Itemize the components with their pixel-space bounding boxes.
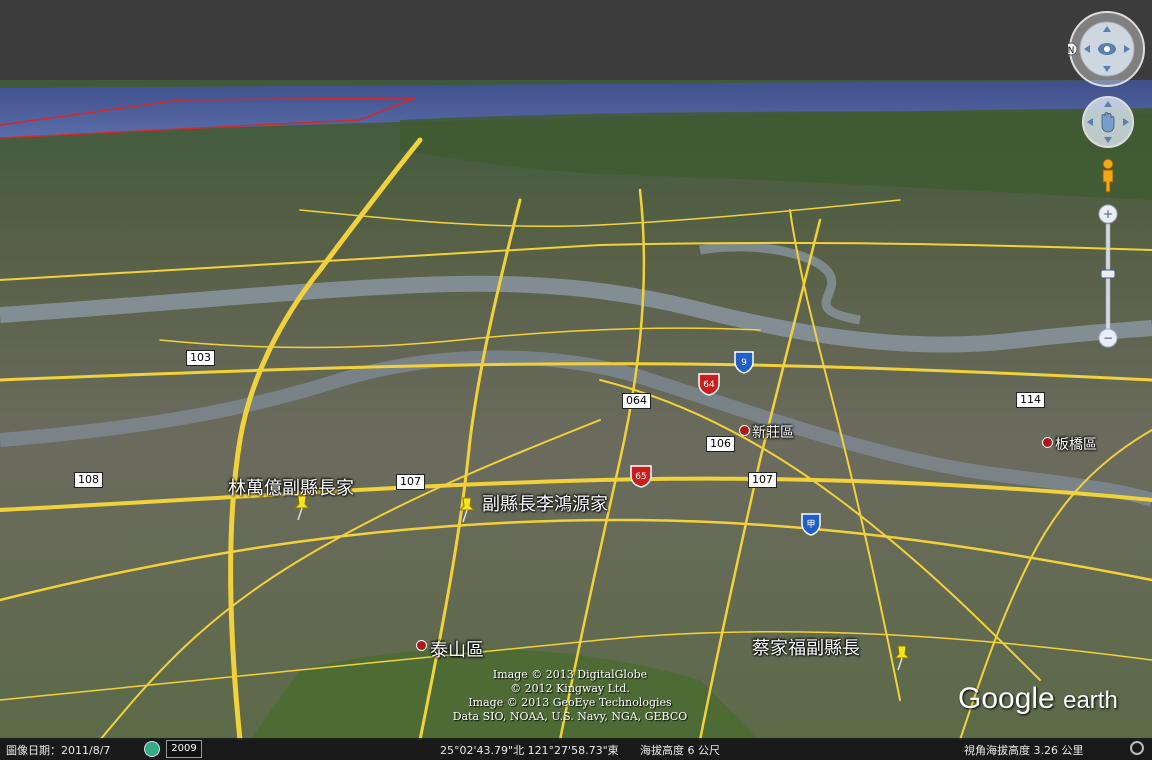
- sky-background: [0, 0, 1152, 86]
- pushpin-icon[interactable]: [455, 494, 477, 524]
- imagery-date: 圖像日期：2011/8/7: [6, 744, 111, 757]
- pushpin-icon[interactable]: [890, 642, 912, 672]
- eye-altitude: 視角海拔高度 3.26 公里: [964, 744, 1084, 757]
- highway-shield-65: 65: [630, 465, 652, 488]
- highway-shield-65-label: 65: [635, 472, 646, 482]
- road-label-114: 114: [1016, 392, 1045, 408]
- placemark-label-tsai[interactable]: 蔡家福副縣長: [752, 634, 860, 660]
- status-bar: 圖像日期：2011/8/7 2009 25°02'43.79"北 121°27'…: [0, 738, 1152, 760]
- map-view[interactable]: [0, 80, 1152, 740]
- historical-imagery-icon[interactable]: [144, 741, 160, 757]
- logo-brand: Google: [958, 682, 1055, 715]
- zoom-out-label: −: [1103, 331, 1113, 345]
- google-earth-logo: Google earth: [958, 682, 1118, 716]
- imagery-year-badge[interactable]: 2009: [166, 740, 202, 758]
- cursor-coordinates: 25°02'43.79"北 121°27'58.73"東: [440, 744, 619, 757]
- logo-product: earth: [1063, 687, 1118, 714]
- road-label-107b: 107: [748, 472, 777, 488]
- zoom-thumb[interactable]: [1100, 269, 1116, 279]
- district-label-taishan: 泰山區: [430, 640, 484, 661]
- move-control[interactable]: [1082, 96, 1134, 148]
- road-label-106: 106: [706, 436, 735, 452]
- pushpin-icon[interactable]: [290, 492, 312, 522]
- district-label-xinzhuang: 新莊區: [752, 425, 794, 441]
- highway-shield-64-label: 64: [703, 380, 715, 390]
- attribution-line: Image © 2013 GeoEye Technologies: [468, 696, 672, 709]
- attribution-line: Data SIO, NOAA, U.S. Navy, NGA, GEBCO: [452, 710, 688, 723]
- compass-north[interactable]: N: [1068, 46, 1074, 56]
- ground-elevation: 海拔高度 6 公尺: [640, 744, 720, 757]
- attribution-line: © 2012 Kingway Ltd.: [510, 682, 630, 695]
- district-dot-banqiao: [1042, 437, 1053, 448]
- district-label-banqiao: 板橋區: [1055, 437, 1097, 453]
- highway-shield-9: 9: [734, 351, 754, 374]
- highway-shield-9-label: 9: [741, 358, 747, 368]
- streaming-status-icon: [1130, 741, 1144, 755]
- district-dot-taishan: [416, 640, 427, 651]
- zoom-in-label: +: [1103, 207, 1113, 221]
- road-label-107: 107: [396, 474, 425, 490]
- zoom-slider[interactable]: + −: [1098, 204, 1118, 350]
- attribution-line: Image © 2013 DigitalGlobe: [492, 668, 648, 681]
- road-label-108: 108: [74, 472, 103, 488]
- look-control[interactable]: N: [1068, 10, 1146, 88]
- highway-shield-jia-label: 甲: [806, 519, 815, 530]
- imagery-attribution: Image © 2013 DigitalGlobe © 2012 Kingway…: [440, 668, 700, 724]
- placemark-label-li[interactable]: 副縣長李鴻源家: [482, 490, 608, 516]
- highway-shield-jia: 甲: [801, 513, 821, 536]
- pegman-icon[interactable]: [1098, 158, 1118, 194]
- road-label-103: 103: [186, 350, 215, 366]
- highway-shield-64: 64: [698, 373, 720, 396]
- road-label-064: 064: [622, 393, 651, 409]
- district-dot-xinzhuang: [739, 425, 750, 436]
